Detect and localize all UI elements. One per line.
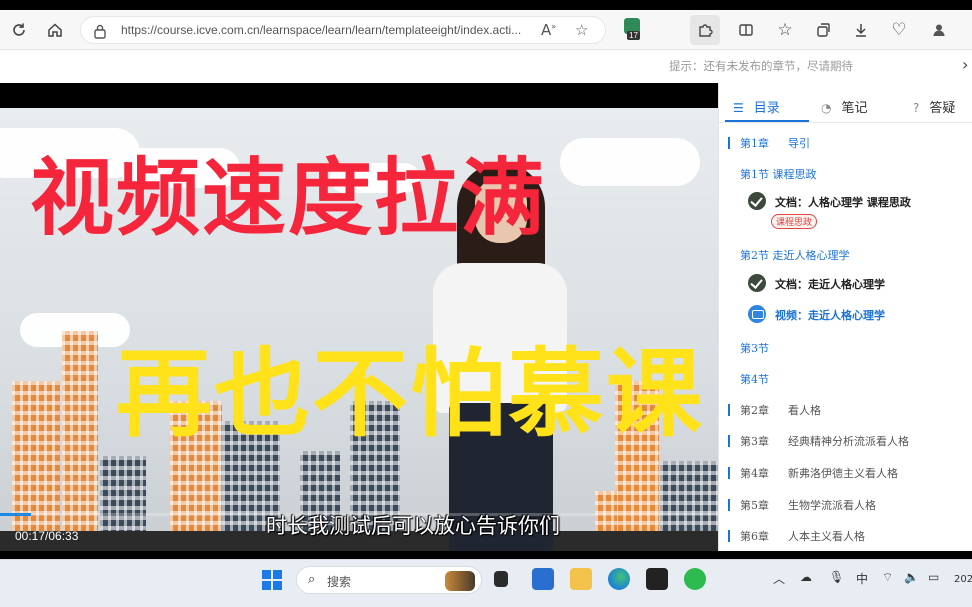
favorites-icon[interactable]: ☆ <box>770 15 800 45</box>
resource-video-intro[interactable]: 视频：走近人格心理学 <box>719 304 972 326</box>
windows-start-icon[interactable] <box>262 570 282 590</box>
volume-icon[interactable]: 🔈 <box>904 570 919 584</box>
tab-notes[interactable]: ◔ 笔记 <box>821 97 868 116</box>
top-black-strip <box>0 0 972 10</box>
wechat-icon[interactable] <box>684 568 706 590</box>
tab-notes-label: 笔记 <box>841 101 868 116</box>
task-view-icon[interactable] <box>494 571 508 587</box>
home-icon[interactable] <box>40 15 70 45</box>
resource-doc-course-ideology[interactable]: 文档：人格心理学 课程思政 课程思政 <box>719 191 972 231</box>
windows-taskbar: ⌕ 搜索 ︿ ☁ 🎙 中 ⌔ 🔈 ▭ 202 <box>0 559 972 607</box>
video-icon <box>748 305 766 323</box>
video-subtitle: 时长我测试后可以放心告诉你们 <box>266 514 560 538</box>
note-icon: ◔ <box>821 101 832 115</box>
overlay-title-yellow: 再也不怕慕课 <box>116 338 704 450</box>
chapter-number: 第1章 <box>740 137 769 150</box>
lock-icon <box>94 24 106 39</box>
profile-icon[interactable] <box>924 15 954 45</box>
capcut-icon[interactable] <box>646 568 668 590</box>
resource-title: 文档：人格心理学 课程思政 <box>775 196 911 209</box>
chapter-number: 第5章 <box>740 499 769 512</box>
overlay-title-red: 视频速度拉满 <box>30 149 547 247</box>
unpublished-hint: 提示：还有未发布的章节，尽请期待 <box>669 59 853 73</box>
section-2[interactable]: 第2节 走近人格心理学 <box>719 247 972 263</box>
address-bar[interactable]: https://course.icve.com.cn/learnspace/le… <box>80 16 606 44</box>
screen: https://course.icve.com.cn/learnspace/le… <box>0 0 972 607</box>
chapter-number: 第2章 <box>740 404 769 417</box>
course-sidebar: ☰ 目录 ◔ 笔记 ? 答疑 第1章 导引 第1节 课程思政 文档：人格心理学 课程思… <box>718 83 972 551</box>
chapter-3[interactable]: 第3章 经典精神分析流派看人格 <box>719 433 972 449</box>
edge-browser-icon[interactable] <box>608 568 630 590</box>
chapter-number: 第4章 <box>740 467 769 480</box>
completed-check-icon <box>748 192 766 210</box>
chapter-5[interactable]: 第5章 生物学流派看人格 <box>719 497 972 513</box>
chapter-name: 新弗洛伊德主义看人格 <box>788 467 898 480</box>
tab-qa[interactable]: ? 答疑 <box>913 97 955 116</box>
section-label: 第1节 课程思政 <box>740 168 817 181</box>
favorite-star-icon[interactable]: ☆ <box>575 21 588 39</box>
cloud-icon[interactable]: ☁ <box>800 570 812 584</box>
extension-icon[interactable]: 17 <box>622 18 644 42</box>
store-icon[interactable] <box>532 568 554 590</box>
resource-tag: 课程思政 <box>771 214 818 229</box>
clock[interactable]: 202 <box>954 574 972 585</box>
course-header: 提示：还有未发布的章节，尽请期待 › <box>0 50 972 83</box>
chapter-name: 生物学流派看人格 <box>788 499 876 512</box>
extensions-puzzle-icon[interactable] <box>690 15 720 45</box>
section-label: 第4节 <box>740 373 769 386</box>
question-icon: ? <box>913 101 920 115</box>
resource-title: 文档：走近人格心理学 <box>775 278 885 291</box>
list-icon: ☰ <box>733 101 744 115</box>
section-4[interactable]: 第4节 <box>719 371 972 387</box>
input-method-indicator[interactable]: 中 <box>856 570 868 587</box>
completed-check-icon <box>748 274 766 292</box>
read-aloud-icon[interactable]: A» <box>541 21 556 39</box>
extension-badge-count: 17 <box>627 31 640 40</box>
collapse-chevron-icon[interactable]: › <box>962 55 968 74</box>
collections-icon[interactable] <box>808 15 838 45</box>
sidebar-tabs: ☰ 目录 ◔ 笔记 ? 答疑 <box>719 83 972 123</box>
file-explorer-icon[interactable] <box>570 568 592 590</box>
chapter-6[interactable]: 第6章 人本主义看人格 <box>719 528 972 544</box>
url-text: https://course.icve.com.cn/learnspace/le… <box>121 23 522 37</box>
battery-icon[interactable]: ▭ <box>928 570 939 584</box>
section-label: 第2节 走近人格心理学 <box>740 249 850 262</box>
chapter-2[interactable]: 第2章 看人格 <box>719 402 972 418</box>
resource-doc-intro[interactable]: 文档：走近人格心理学 <box>719 273 972 295</box>
browser-toolbar: https://course.icve.com.cn/learnspace/le… <box>0 10 972 50</box>
chapter-number: 第3章 <box>740 435 769 448</box>
wifi-icon[interactable]: ⌔ <box>882 570 893 585</box>
tab-qa-label: 答疑 <box>929 101 956 116</box>
video-progress-fill <box>0 513 31 516</box>
chapter-name: 经典精神分析流派看人格 <box>788 435 909 448</box>
downloads-icon[interactable] <box>846 15 876 45</box>
chapter-number: 第6章 <box>740 530 769 543</box>
tab-catalog[interactable]: ☰ 目录 <box>733 97 780 116</box>
browser-essentials-icon[interactable]: ♡ <box>884 15 914 45</box>
chapter-name: 看人格 <box>788 404 821 417</box>
search-placeholder: 搜索 <box>327 575 352 589</box>
show-hidden-icons-chevron[interactable]: ︿ <box>773 570 785 587</box>
chapter-name: 人本主义看人格 <box>788 530 865 543</box>
microphone-icon[interactable]: 🎙 <box>829 570 844 584</box>
active-tab-indicator <box>725 120 809 122</box>
section-1[interactable]: 第1节 课程思政 <box>719 166 972 182</box>
resource-title: 视频：走近人格心理学 <box>775 309 885 322</box>
chapter-1[interactable]: 第1章 导引 <box>719 135 972 151</box>
refresh-icon[interactable] <box>4 15 34 45</box>
split-screen-icon[interactable] <box>731 15 761 45</box>
search-highlight-image <box>445 571 475 591</box>
chapter-4[interactable]: 第4章 新弗洛伊德主义看人格 <box>719 465 972 481</box>
taskbar-search[interactable]: ⌕ 搜索 <box>296 566 482 594</box>
search-icon: ⌕ <box>308 572 316 587</box>
chapter-name: 导引 <box>788 137 810 150</box>
tab-catalog-label: 目录 <box>753 101 780 116</box>
section-label: 第3节 <box>740 342 769 355</box>
video-player[interactable]: 视频速度拉满 再也不怕慕课 时长我测试后可以放心告诉你们 00:17/06:33 <box>0 83 718 551</box>
section-3[interactable]: 第3节 <box>719 340 972 356</box>
video-time: 00:17/06:33 <box>15 529 79 543</box>
